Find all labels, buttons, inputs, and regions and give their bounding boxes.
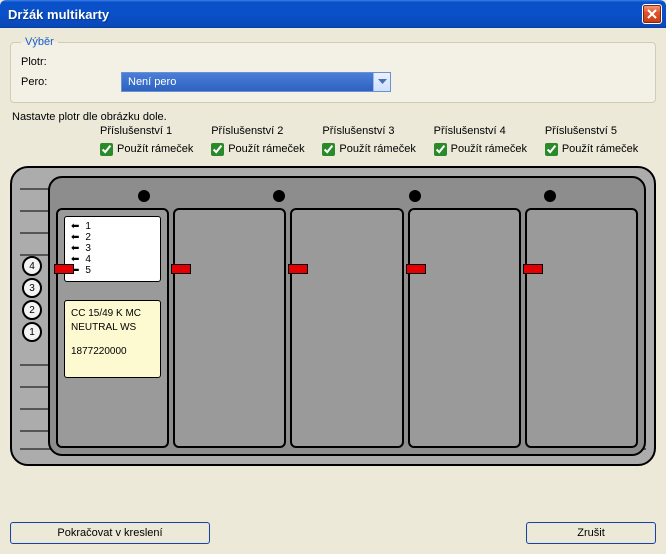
use-frame-label: Použít rámeček: [117, 143, 193, 156]
accessory-name: Příslušenství 3: [322, 125, 423, 137]
slot1-note: CC 15/49 K MC NEUTRAL WS 1877220000: [64, 300, 161, 378]
use-frame-input[interactable]: [434, 143, 447, 156]
dot-icon: [409, 190, 421, 202]
use-frame-label: Použít rámeček: [451, 143, 527, 156]
pero-select[interactable]: Není pero: [121, 72, 391, 92]
button-bar: Pokračovat v kreslení Zrušit: [10, 522, 656, 544]
use-frame-input[interactable]: [211, 143, 224, 156]
dot-icon: [273, 190, 285, 202]
left-arrow-icon: ⬅: [71, 232, 79, 243]
red-marker-icon: [523, 264, 543, 274]
stack-chip-4[interactable]: 4: [22, 256, 42, 276]
cancel-button[interactable]: Zrušit: [526, 522, 656, 544]
plotr-row: Plotr:: [21, 56, 645, 68]
accessory-col-2: Příslušenství 2 Použít rámeček: [201, 125, 312, 156]
left-arrow-icon: ⬅: [71, 221, 79, 232]
accessory-name: Příslušenství 2: [211, 125, 312, 137]
accessory-col-1: Příslušenství 1 Použít rámeček: [90, 125, 201, 156]
slot-1[interactable]: ⬅1 ⬅2 ⬅3 ⬅4 ⬅5 CC 15/49 K MC NEUTRAL WS …: [56, 208, 169, 448]
use-frame-input[interactable]: [322, 143, 335, 156]
use-frame-input[interactable]: [545, 143, 558, 156]
accessory-name: Příslušenství 4: [434, 125, 535, 137]
accessory-col-3: Příslušenství 3 Použít rámeček: [312, 125, 423, 156]
slot1-line: 2: [85, 232, 91, 243]
use-frame-label: Použít rámeček: [339, 143, 415, 156]
slot-3[interactable]: [290, 208, 403, 448]
accessory-name: Příslušenství 5: [545, 125, 646, 137]
left-arrow-icon: ⬅: [71, 243, 79, 254]
position-stack: 4 3 2 1: [22, 256, 42, 342]
use-frame-input[interactable]: [100, 143, 113, 156]
use-frame-checkbox-1[interactable]: Použít rámeček: [100, 143, 201, 156]
window-title: Držák multikarty: [8, 7, 642, 22]
use-frame-label: Použít rámeček: [228, 143, 304, 156]
pero-label: Pero:: [21, 76, 121, 88]
dot-icon: [138, 190, 150, 202]
instruction-text: Nastavte plotr dle obrázku dole.: [12, 111, 656, 123]
selection-group: Výběr Plotr: Pero: Není pero: [10, 36, 656, 103]
slot-row: ⬅1 ⬅2 ⬅3 ⬅4 ⬅5 CC 15/49 K MC NEUTRAL WS …: [50, 206, 644, 454]
client-area: Výběr Plotr: Pero: Není pero Nastavte pl…: [0, 28, 666, 554]
slot1-line: 3: [85, 243, 91, 254]
stack-chip-1[interactable]: 1: [22, 322, 42, 342]
stack-chip-3[interactable]: 3: [22, 278, 42, 298]
dot-icon: [544, 190, 556, 202]
slot-2[interactable]: [173, 208, 286, 448]
use-frame-checkbox-5[interactable]: Použít rámeček: [545, 143, 646, 156]
red-marker-icon: [288, 264, 308, 274]
pero-row: Pero: Není pero: [21, 72, 645, 92]
note-line2: 1877220000: [71, 345, 154, 359]
main-plate: ⬅1 ⬅2 ⬅3 ⬅4 ⬅5 CC 15/49 K MC NEUTRAL WS …: [48, 176, 646, 456]
use-frame-checkbox-4[interactable]: Použít rámeček: [434, 143, 535, 156]
continue-button[interactable]: Pokračovat v kreslení: [10, 522, 210, 544]
red-marker-icon: [406, 264, 426, 274]
stack-chip-2[interactable]: 2: [22, 300, 42, 320]
plotr-label: Plotr:: [21, 56, 121, 68]
dot-row: [50, 178, 644, 206]
red-marker-icon: [54, 264, 74, 274]
slot-5[interactable]: [525, 208, 638, 448]
slot1-line: 4: [85, 254, 91, 265]
red-marker-icon: [171, 264, 191, 274]
accessory-name: Příslušenství 1: [100, 125, 201, 137]
close-icon: [647, 9, 657, 19]
slot1-line: 5: [85, 265, 91, 276]
accessory-col-4: Příslušenství 4 Použít rámeček: [424, 125, 535, 156]
slot1-line: 1: [85, 221, 91, 232]
accessory-col-5: Příslušenství 5 Použít rámeček: [535, 125, 646, 156]
accessory-header: Příslušenství 1 Použít rámeček Příslušen…: [10, 125, 656, 156]
use-frame-checkbox-3[interactable]: Použít rámeček: [322, 143, 423, 156]
selection-legend: Výběr: [21, 36, 58, 48]
pero-value: Není pero: [122, 76, 373, 88]
use-frame-label: Použít rámeček: [562, 143, 638, 156]
note-line1: CC 15/49 K MC NEUTRAL WS: [71, 307, 154, 335]
chevron-down-icon: [373, 73, 390, 91]
use-frame-checkbox-2[interactable]: Použít rámeček: [211, 143, 312, 156]
close-button[interactable]: [642, 4, 662, 24]
slot-4[interactable]: [408, 208, 521, 448]
titlebar: Držák multikarty: [0, 0, 666, 28]
plotter-diagram: 4 3 2 1 ⬅1 ⬅2 ⬅3 ⬅4 ⬅5: [10, 166, 656, 466]
slot1-index-card: ⬅1 ⬅2 ⬅3 ⬅4 ⬅5: [64, 216, 161, 282]
